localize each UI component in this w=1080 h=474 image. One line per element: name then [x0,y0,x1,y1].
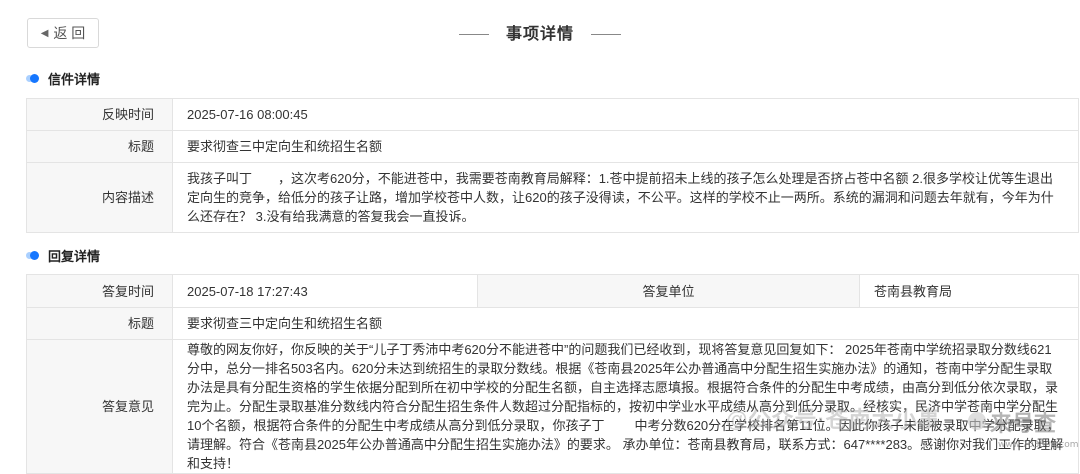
letter-content-value: 我孩子叫丁 ，这次考620分，不能进苍中，我需要苍南教育局解释：1.苍中提前招未上… [172,162,1079,233]
reply-unit-label: 答复单位 [477,274,860,308]
watermark-url: www.703804.com [998,440,1079,450]
reply-time-label: 答复时间 [26,274,173,308]
title-left-dash [458,34,489,36]
letter-section-title: 信件详情 [48,71,101,87]
reply-unit-value: 苍南县教育局 [859,274,1079,308]
letter-detail-table: 反映时间 2025-07-16 08:00:45 标题 要求彻查三中定向生和统招… [26,98,1079,233]
page-title: 事项详情 [505,26,574,43]
letter-content-part1: 我孩子叫丁 [187,171,253,186]
table-row: 标题 要求彻查三中定向生和统招生名额 [26,130,1079,163]
table-row: 答复意见 尊敬的网友你好，你反映的关于“儿子丁秀沛中考620分不能进苍中”的问题… [26,339,1079,474]
letter-content-part2: ，这次考620分，不能进苍中，我需要苍南教育局解释：1.苍中提前招未上线的孩子怎… [187,171,1054,224]
watermark-logo-icon [968,412,986,430]
letter-content-label: 内容描述 [26,162,173,233]
title-right-dash [591,34,622,36]
reply-section-title: 回复详情 [48,248,101,264]
watermark-brand: 来号查 [990,411,1057,436]
reply-time-value: 2025-07-18 17:27:43 [172,274,478,308]
table-row: 答复时间 2025-07-18 17:27:43 答复单位 苍南县教育局 [26,274,1079,308]
reply-detail-table: 答复时间 2025-07-18 17:27:43 答复单位 苍南县教育局 标题 … [26,274,1079,474]
page-title-bar: 事项详情 [0,20,1080,44]
reply-subject-label: 标题 [26,307,173,340]
section-dot-icon [26,250,40,260]
letter-subject-value: 要求彻查三中定向生和统招生名额 [172,130,1079,163]
table-row: 内容描述 我孩子叫丁 ，这次考620分，不能进苍中，我需要苍南教育局解释：1.苍中… [26,162,1079,233]
reply-section-header: 回复详情 [26,247,101,264]
letter-subject-label: 标题 [26,130,173,163]
letter-time-label: 反映时间 [26,98,173,131]
letter-time-value: 2025-07-16 08:00:45 [172,98,1079,131]
reply-subject-value: 要求彻查三中定向生和统招生名额 [172,307,1079,340]
reply-opinion-value: 尊敬的网友你好，你反映的关于“儿子丁秀沛中考620分不能进苍中”的问题我们已经收… [172,339,1079,474]
reply-opinion-label: 答复意见 [26,339,173,474]
section-dot-icon [26,73,40,83]
letter-section-header: 信件详情 [26,70,101,87]
table-row: 反映时间 2025-07-16 08:00:45 [26,98,1079,131]
table-row: 标题 要求彻查三中定向生和统招生名额 [26,307,1079,340]
